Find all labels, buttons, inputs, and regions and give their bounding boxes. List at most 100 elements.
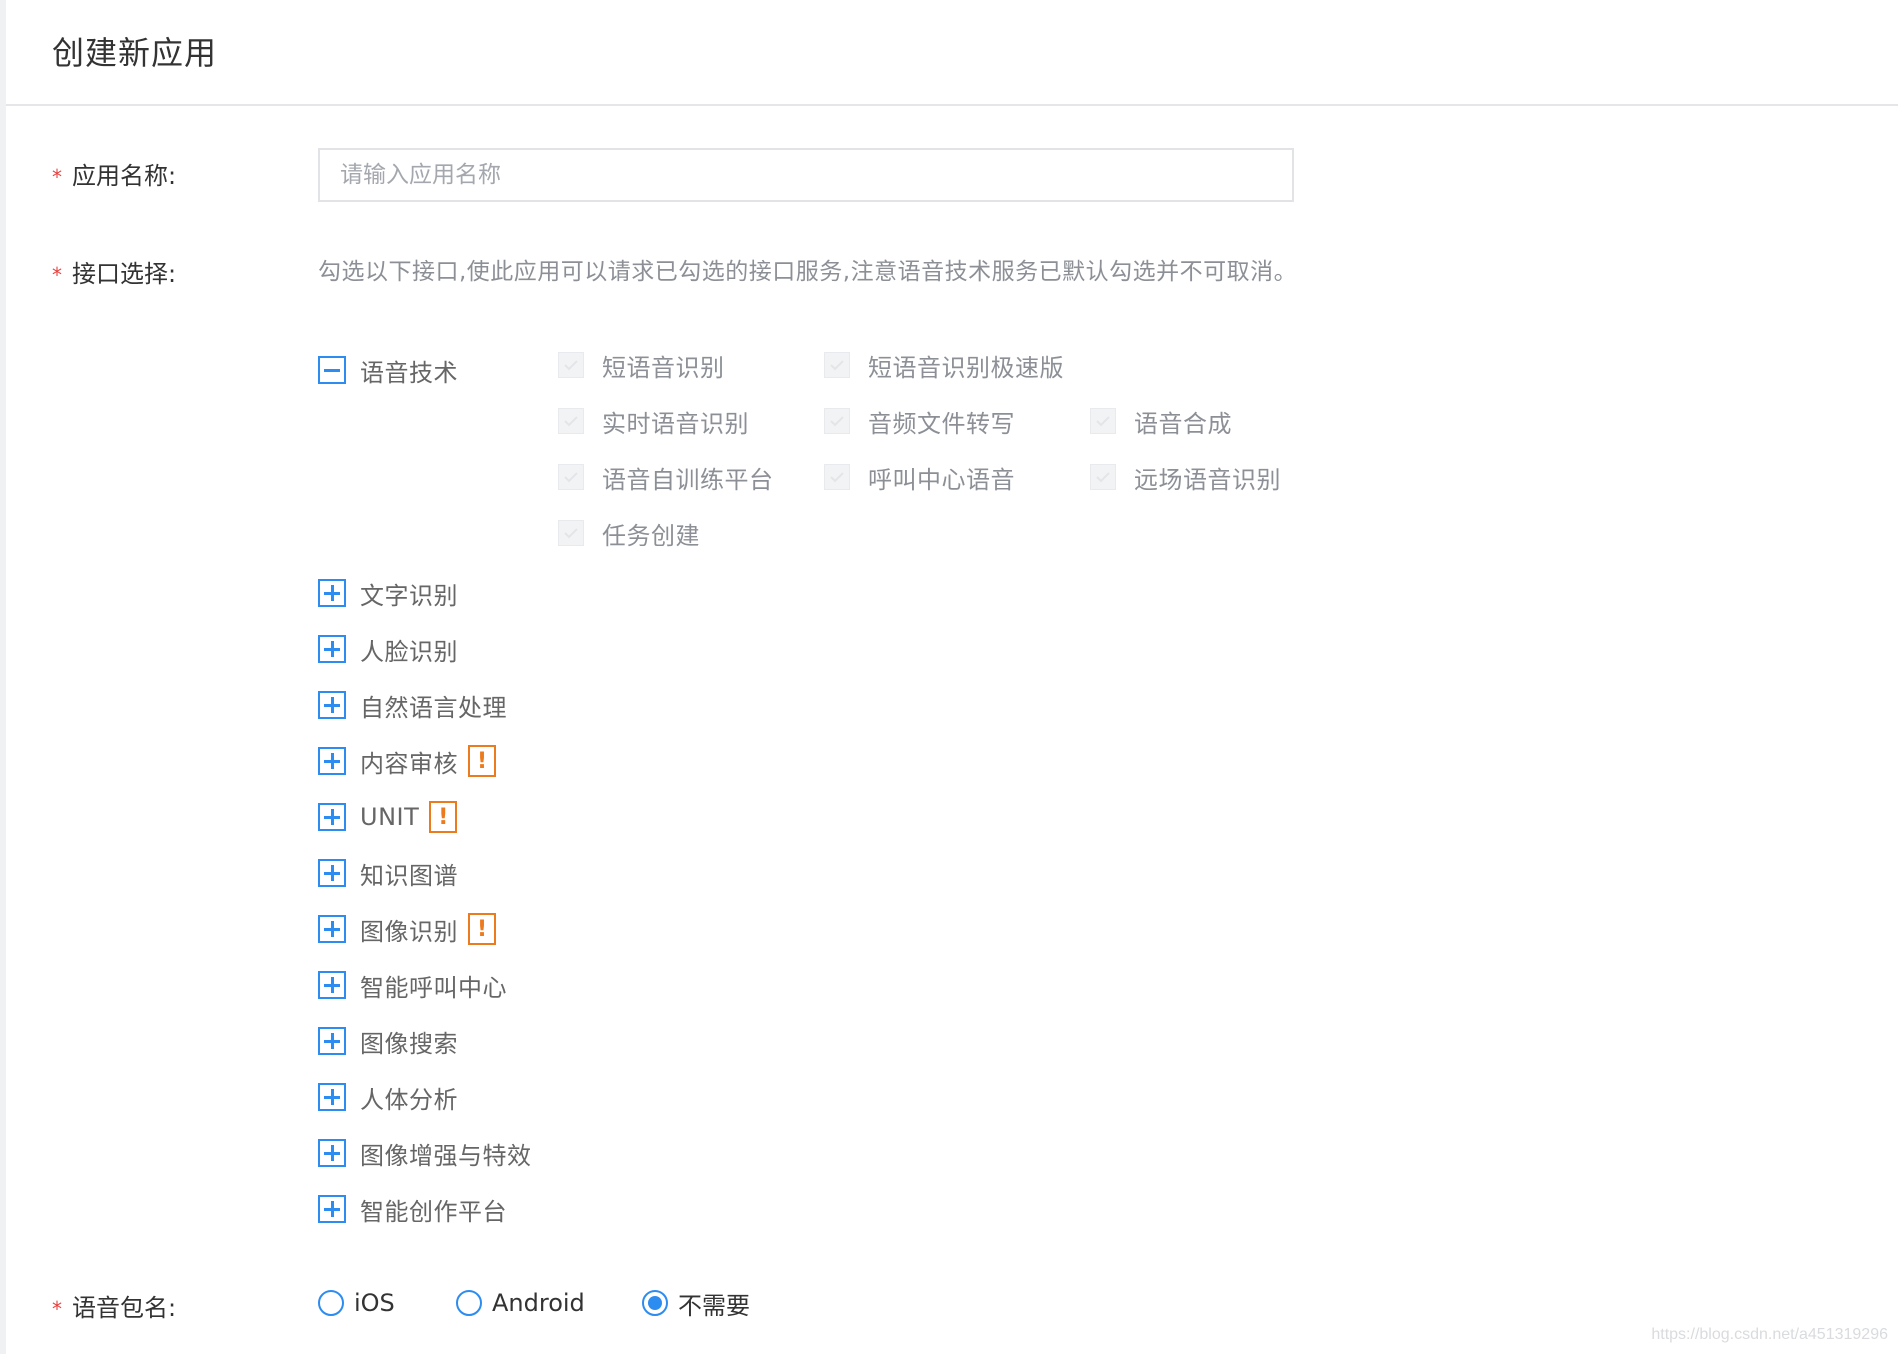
expand-plus-icon[interactable] (318, 1139, 346, 1167)
category-label: 人脸识别 (360, 637, 458, 666)
expand-plus-icon[interactable] (318, 747, 346, 775)
title-divider (6, 104, 1898, 106)
required-mark: * (52, 1297, 62, 1321)
radio-ios[interactable]: iOS (318, 1286, 395, 1320)
radio-label: iOS (354, 1289, 395, 1317)
speech-option-label: 任务创建 (602, 521, 700, 550)
required-mark: * (52, 165, 62, 189)
speech-option: 语音自训练平台 (558, 460, 774, 494)
page-title: 创建新应用 (52, 34, 218, 72)
category-item[interactable]: 人体分析 (318, 1080, 458, 1114)
disabled-checkbox (824, 408, 850, 434)
faint-check-icon (830, 472, 844, 483)
faint-check-icon (564, 472, 578, 483)
watermark: https://blog.csdn.net/a451319296 (1651, 1326, 1888, 1343)
required-mark: * (52, 263, 62, 287)
speech-option-label: 短语音识别极速版 (868, 353, 1064, 382)
expand-plus-icon[interactable] (318, 579, 346, 607)
expand-plus-icon[interactable] (318, 635, 346, 663)
faint-check-icon (830, 416, 844, 427)
faint-check-icon (830, 360, 844, 371)
category-label: 自然语言处理 (360, 693, 507, 722)
radio-label: Android (492, 1289, 585, 1317)
speech-option-label: 远场语音识别 (1134, 465, 1281, 494)
category-item[interactable]: UNIT! (318, 800, 458, 834)
radio-circle-selected[interactable] (642, 1290, 668, 1316)
category-item[interactable]: 图像搜索 (318, 1024, 458, 1058)
app-name-input[interactable] (318, 148, 1294, 202)
radio-circle[interactable] (318, 1290, 344, 1316)
radio-circle[interactable] (456, 1290, 482, 1316)
disabled-checkbox (558, 520, 584, 546)
expand-plus-icon[interactable] (318, 915, 346, 943)
warning-icon[interactable]: ! (429, 801, 458, 833)
category-label: 语音技术 (360, 358, 458, 387)
disabled-checkbox (824, 352, 850, 378)
radio-label: 不需要 (678, 1291, 750, 1320)
collapse-minus-icon[interactable] (318, 356, 346, 384)
faint-check-icon (564, 360, 578, 371)
speech-option: 呼叫中心语音 (824, 460, 1015, 494)
category-item[interactable]: 自然语言处理 (318, 688, 507, 722)
speech-option: 短语音识别 (558, 348, 725, 382)
create-app-panel: 创建新应用 * 应用名称: * 接口选择: 勾选以下接口,使此应用可以请求已勾选的接… (6, 0, 1898, 1354)
api-select-label-text: 接口选择: (72, 260, 177, 288)
category-label: 图像增强与特效 (360, 1141, 532, 1170)
category-item[interactable]: 智能创作平台 (318, 1192, 507, 1226)
warning-icon[interactable]: ! (468, 913, 496, 945)
speech-option: 远场语音识别 (1090, 460, 1281, 494)
disabled-checkbox (558, 352, 584, 378)
disabled-checkbox (1090, 464, 1116, 490)
api-select-hint: 勾选以下接口,使此应用可以请求已勾选的接口服务,注意语音技术服务已默认勾选并不可… (318, 259, 1298, 285)
category-item[interactable]: 图像增强与特效 (318, 1136, 532, 1170)
app-name-label-text: 应用名称: (72, 162, 177, 190)
disabled-checkbox (558, 408, 584, 434)
category-label: 图像识别 (360, 917, 458, 946)
speech-option: 音频文件转写 (824, 404, 1015, 438)
category-label: 人体分析 (360, 1085, 458, 1114)
expand-plus-icon[interactable] (318, 691, 346, 719)
category-label: 知识图谱 (360, 861, 458, 890)
radio-not-needed[interactable]: 不需要 (642, 1286, 750, 1320)
category-speech-tech[interactable]: 语音技术 (318, 353, 458, 387)
category-label: 内容审核 (360, 749, 458, 778)
category-item[interactable]: 内容审核! (318, 744, 496, 778)
disabled-checkbox (1090, 408, 1116, 434)
category-item[interactable]: 人脸识别 (318, 632, 458, 666)
speech-option-label: 实时语音识别 (602, 409, 749, 438)
api-select-label: * 接口选择: (52, 254, 176, 289)
expand-plus-icon[interactable] (318, 971, 346, 999)
category-label: UNIT (360, 803, 420, 831)
faint-check-icon (564, 528, 578, 539)
faint-check-icon (564, 416, 578, 427)
speech-option: 短语音识别极速版 (824, 348, 1064, 382)
speech-option: 实时语音识别 (558, 404, 749, 438)
speech-option-label: 音频文件转写 (868, 409, 1015, 438)
expand-plus-icon[interactable] (318, 1027, 346, 1055)
app-name-label: * 应用名称: (52, 156, 176, 191)
warning-icon[interactable]: ! (468, 745, 496, 777)
disabled-checkbox (824, 464, 850, 490)
category-item[interactable]: 文字识别 (318, 576, 458, 610)
category-item[interactable]: 图像识别! (318, 912, 496, 946)
speech-option-label: 语音合成 (1134, 409, 1232, 438)
category-label: 图像搜索 (360, 1029, 458, 1058)
category-item[interactable]: 知识图谱 (318, 856, 458, 890)
speech-option-label: 语音自训练平台 (602, 465, 774, 494)
category-item[interactable]: 智能呼叫中心 (318, 968, 507, 1002)
faint-check-icon (1096, 416, 1110, 427)
speech-option: 任务创建 (558, 516, 700, 550)
expand-plus-icon[interactable] (318, 803, 346, 831)
radio-android[interactable]: Android (456, 1286, 585, 1320)
speech-option-label: 呼叫中心语音 (868, 465, 1015, 494)
speech-option-label: 短语音识别 (602, 353, 725, 382)
expand-plus-icon[interactable] (318, 1195, 346, 1223)
expand-plus-icon[interactable] (318, 859, 346, 887)
faint-check-icon (1096, 472, 1110, 483)
speech-option: 语音合成 (1090, 404, 1232, 438)
package-name-label-text: 语音包名: (72, 1294, 177, 1322)
package-name-label: * 语音包名: (52, 1288, 176, 1323)
expand-plus-icon[interactable] (318, 1083, 346, 1111)
category-label: 智能创作平台 (360, 1197, 507, 1226)
category-label: 智能呼叫中心 (360, 973, 507, 1002)
